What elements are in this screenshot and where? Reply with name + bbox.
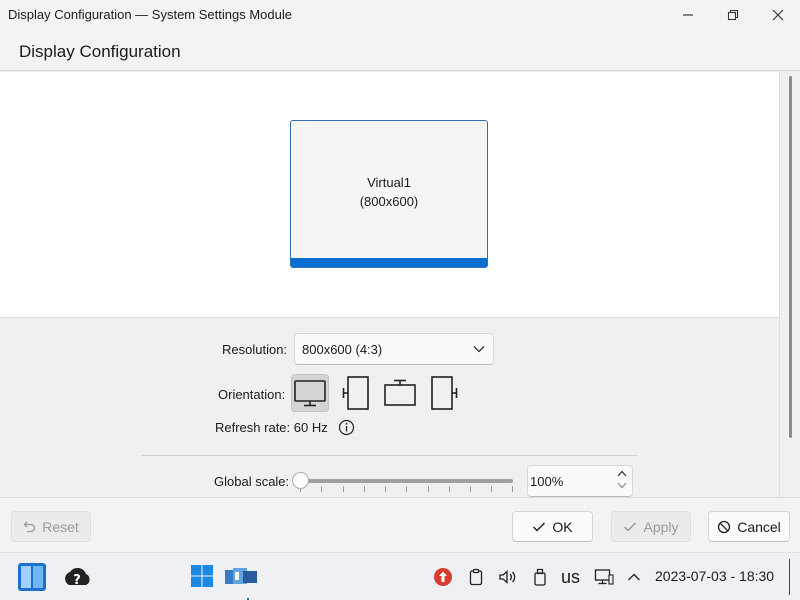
checkmark-icon [533, 521, 546, 532]
svg-text:?: ? [73, 573, 81, 588]
portrait-flipped-monitor-icon [431, 376, 458, 410]
orientation-portrait-flipped-button[interactable] [426, 374, 464, 412]
monitor-label: Virtual1 (800x600) [291, 173, 487, 211]
apply-button[interactable]: Apply [611, 511, 691, 542]
removable-drive-icon [534, 568, 546, 586]
restore-icon [727, 9, 739, 21]
portrait-monitor-icon [342, 376, 369, 410]
taskbar-clock[interactable]: 2023-07-03 - 18:30 [655, 568, 774, 584]
cancel-button[interactable]: Cancel [708, 511, 790, 542]
undo-icon [23, 521, 36, 533]
close-icon [772, 9, 784, 21]
scrollbar-thumb[interactable] [789, 76, 792, 438]
taskbar-help-button[interactable]: ? [60, 561, 94, 593]
slider-ticks [300, 486, 513, 494]
close-button[interactable] [755, 0, 800, 30]
info-icon[interactable] [338, 419, 355, 436]
global-scale-slider-track[interactable] [300, 479, 513, 483]
apply-label: Apply [643, 518, 679, 535]
cloud-help-icon: ? [65, 567, 90, 588]
taskbar-display-app[interactable] [221, 561, 261, 600]
display-settings-app-icon [225, 568, 257, 584]
resolution-dropdown[interactable]: 800x600 (4:3) [294, 333, 494, 365]
network-tray[interactable] [593, 566, 615, 588]
minimize-icon [683, 14, 693, 16]
show-hidden-icons-button[interactable] [624, 567, 644, 587]
title-bar: Display Configuration — System Settings … [0, 0, 800, 30]
section-divider [142, 455, 637, 456]
vertical-scrollbar[interactable] [779, 72, 800, 497]
ok-button[interactable]: OK [512, 511, 593, 542]
monitor-primary-bar [291, 258, 487, 267]
checkmark-icon [624, 521, 637, 532]
cancel-icon [718, 520, 731, 533]
network-icon [594, 569, 614, 585]
refresh-rate-label: Refresh rate: 60 Hz [215, 420, 328, 435]
restore-button[interactable] [710, 0, 756, 30]
monitor-tile-virtual1[interactable]: Virtual1 (800x600) [290, 120, 488, 268]
panel-icon [18, 563, 46, 591]
global-scale-label: Global scale: [214, 474, 290, 489]
orientation-portrait-button[interactable] [336, 374, 374, 412]
minimize-button[interactable] [665, 0, 711, 30]
orientation-landscape-button[interactable] [291, 374, 329, 412]
taskbar-panel-button[interactable] [14, 559, 50, 595]
ok-label: OK [552, 518, 573, 535]
start-button[interactable] [187, 561, 217, 591]
resolution-value: 800x600 (4:3) [302, 342, 383, 357]
resolution-label: Resolution: [222, 342, 288, 357]
chevron-up-icon[interactable] [617, 470, 627, 477]
landscape-flipped-monitor-icon [384, 379, 416, 406]
volume-tray[interactable] [497, 567, 519, 587]
show-desktop-divider[interactable] [789, 559, 790, 595]
update-arrow-icon [434, 568, 452, 586]
reset-button[interactable]: Reset [11, 511, 91, 542]
display-preview-area: Virtual1 (800x600) [0, 72, 779, 318]
speaker-icon [499, 570, 516, 584]
page-header: Display Configuration [0, 30, 800, 71]
chevron-up-icon [628, 573, 640, 581]
reset-label: Reset [42, 518, 79, 535]
clipboard-icon [469, 568, 483, 586]
orientation-landscape-flipped-button[interactable] [381, 374, 419, 412]
settings-panel: Resolution: 800x600 (4:3) Orientation: R… [0, 319, 779, 497]
orientation-label: Orientation: [218, 387, 286, 402]
global-scale-spinbox[interactable]: 100% [527, 465, 633, 497]
dialog-footer: Reset OK Apply Cancel [0, 497, 800, 552]
chevron-down-icon [473, 346, 485, 353]
page-title: Display Configuration [19, 42, 181, 61]
landscape-monitor-icon [294, 380, 326, 407]
usb-device-tray[interactable] [531, 566, 549, 588]
cancel-label: Cancel [737, 518, 781, 535]
update-notification[interactable] [433, 567, 453, 587]
global-scale-slider-thumb[interactable] [291, 472, 309, 489]
clipboard-tray[interactable] [467, 567, 485, 587]
keyboard-layout-indicator[interactable]: us [561, 567, 580, 588]
chevron-down-icon[interactable] [617, 482, 627, 489]
window-title: Display Configuration — System Settings … [8, 7, 292, 22]
windows-logo-icon [191, 565, 213, 587]
monitor-resolution: (800x600) [359, 194, 419, 209]
taskbar: ? us 2023-07-03 - 18:30 [0, 552, 800, 600]
global-scale-value: 100% [530, 474, 564, 489]
monitor-name: Virtual1 [367, 175, 411, 190]
